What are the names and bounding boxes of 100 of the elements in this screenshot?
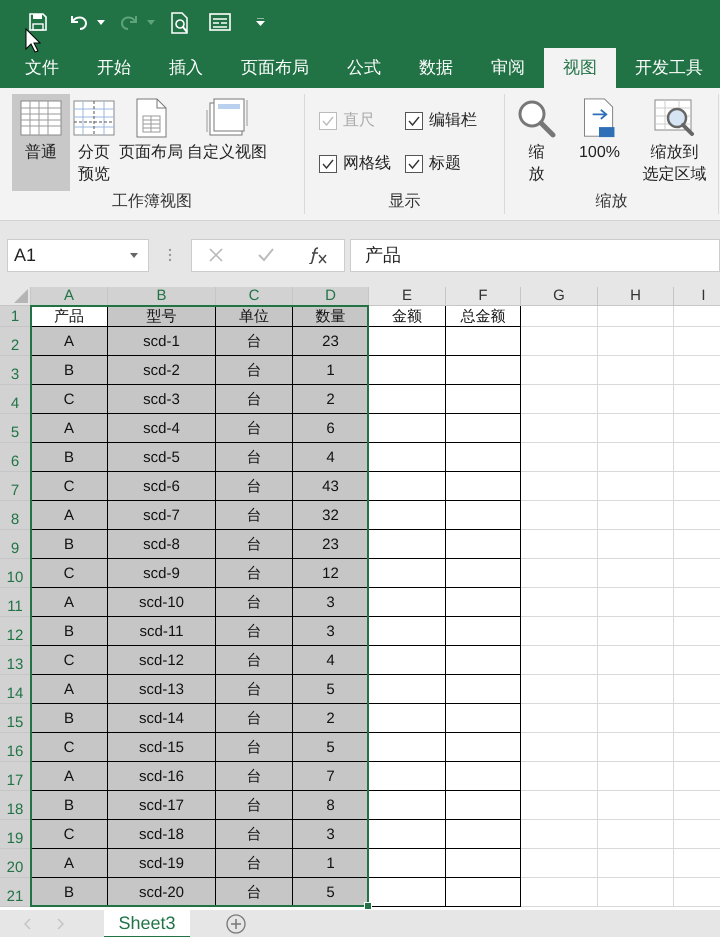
table-cell: 5 <box>293 878 369 907</box>
row-header[interactable]: 4 <box>0 385 31 414</box>
row-header[interactable]: 5 <box>0 414 31 443</box>
table-cell: C <box>31 559 108 588</box>
row-header[interactable]: 1 <box>0 306 31 327</box>
row-header[interactable]: 7 <box>0 472 31 501</box>
table-cell: 1 <box>293 849 369 878</box>
table-cell: 台 <box>216 501 293 530</box>
ribbon-tab[interactable]: 插入 <box>150 48 222 88</box>
row-header[interactable]: 10 <box>0 559 31 588</box>
column-header[interactable]: G <box>521 287 598 306</box>
view-button[interactable]: 自定义视图 <box>186 94 268 191</box>
row-header[interactable]: 12 <box>0 617 31 646</box>
form-icon[interactable] <box>209 12 231 32</box>
table-cell: 4 <box>293 646 369 675</box>
option-checkbox[interactable]: 标题 <box>405 153 505 174</box>
column-header[interactable]: I <box>674 287 720 306</box>
table-cell: 台 <box>216 849 293 878</box>
table-cell: A <box>31 588 108 617</box>
option-checkbox[interactable]: 编辑栏 <box>405 110 505 131</box>
table-cell: 3 <box>293 617 369 646</box>
row-header[interactable]: 15 <box>0 704 31 733</box>
row-header[interactable]: 20 <box>0 849 31 878</box>
name-box[interactable]: A1 <box>7 238 149 272</box>
view-button[interactable]: 分页 预览 <box>72 94 116 191</box>
table-cell: C <box>31 733 108 762</box>
row-header[interactable]: 9 <box>0 530 31 559</box>
ribbon-tab[interactable]: 公式 <box>328 48 400 88</box>
row-header[interactable]: 8 <box>0 501 31 530</box>
row-header[interactable]: 11 <box>0 588 31 617</box>
table-cell: scd-10 <box>108 588 216 617</box>
row-header[interactable]: 3 <box>0 356 31 385</box>
row-header[interactable]: 13 <box>0 646 31 675</box>
ribbon-tab[interactable]: 开发工具 <box>616 48 720 88</box>
table-cell: scd-9 <box>108 559 216 588</box>
save-icon[interactable] <box>28 12 48 32</box>
caret-icon[interactable] <box>97 20 105 25</box>
table-cell: 台 <box>216 443 293 472</box>
zoom-button[interactable]: 100% <box>578 94 621 191</box>
table-cell: 12 <box>293 559 369 588</box>
option-checkbox[interactable]: 网格线 <box>319 153 405 174</box>
table-cell: C <box>31 385 108 414</box>
group-title: 缩放 <box>594 192 628 212</box>
column-header[interactable]: D <box>293 287 369 306</box>
column-header[interactable]: C <box>216 287 293 306</box>
table-cell: scd-6 <box>108 472 216 501</box>
formula-field[interactable]: 产品 <box>350 238 720 272</box>
table-cell: scd-5 <box>108 443 216 472</box>
table-cell: 8 <box>293 791 369 820</box>
view-button[interactable]: 普通 <box>12 94 70 191</box>
table-cell: A <box>31 501 108 530</box>
fill-handle[interactable] <box>364 902 372 910</box>
column-header[interactable]: H <box>598 287 674 306</box>
column-header[interactable]: A <box>31 287 108 306</box>
table-cell: scd-18 <box>108 820 216 849</box>
zoom-button[interactable]: 缩放到 选定区域 <box>642 94 708 191</box>
table-cell: C <box>31 820 108 849</box>
zoom-button[interactable]: 缩 放 <box>515 94 558 191</box>
mouse-pointer-icon <box>25 28 41 53</box>
column-header[interactable]: B <box>108 287 216 306</box>
customize-caret-icon[interactable] <box>256 18 265 26</box>
table-cell: 台 <box>216 385 293 414</box>
table-cell: 台 <box>216 356 293 385</box>
table-cell: 7 <box>293 762 369 791</box>
ribbon-tab[interactable]: 审阅 <box>472 48 544 88</box>
row-header[interactable]: 16 <box>0 733 31 762</box>
table-cell: 台 <box>216 675 293 704</box>
table-cell: 台 <box>216 878 293 907</box>
row-header[interactable]: 18 <box>0 791 31 820</box>
table-cell: 2 <box>293 385 369 414</box>
row-header[interactable]: 17 <box>0 762 31 791</box>
row-header[interactable]: 6 <box>0 443 31 472</box>
view-button[interactable]: 页面布局 <box>118 94 184 191</box>
table-cell: B <box>31 878 108 907</box>
ribbon-tab[interactable]: 文件 <box>6 48 78 88</box>
row-header[interactable]: 19 <box>0 820 31 849</box>
table-cell: 台 <box>216 646 293 675</box>
ribbon-tab[interactable]: 数据 <box>400 48 472 88</box>
table-cell: C <box>31 472 108 501</box>
row-header[interactable]: 21 <box>0 878 31 907</box>
table-cell: scd-20 <box>108 878 216 907</box>
table-cell: scd-7 <box>108 501 216 530</box>
column-header[interactable]: F <box>446 287 521 306</box>
table-cell: C <box>31 646 108 675</box>
row-header[interactable]: 14 <box>0 675 31 704</box>
column-header[interactable]: E <box>369 287 446 306</box>
add-sheet-icon[interactable] <box>226 914 246 934</box>
table-cell: 2 <box>293 704 369 733</box>
page-break-icon <box>73 98 115 138</box>
table-cell: B <box>31 704 108 733</box>
ribbon-tab[interactable]: 视图 <box>544 48 616 88</box>
print-preview-icon[interactable] <box>170 12 190 34</box>
sheet-tab[interactable]: Sheet3 <box>104 910 190 937</box>
table-cell: 单位 <box>216 306 293 327</box>
table-cell: scd-1 <box>108 327 216 356</box>
row-header[interactable]: 2 <box>0 327 31 356</box>
function-icon[interactable] <box>308 246 328 264</box>
ribbon-tab[interactable]: 页面布局 <box>222 48 328 88</box>
table-cell: 台 <box>216 588 293 617</box>
ribbon-tab[interactable]: 开始 <box>78 48 150 88</box>
